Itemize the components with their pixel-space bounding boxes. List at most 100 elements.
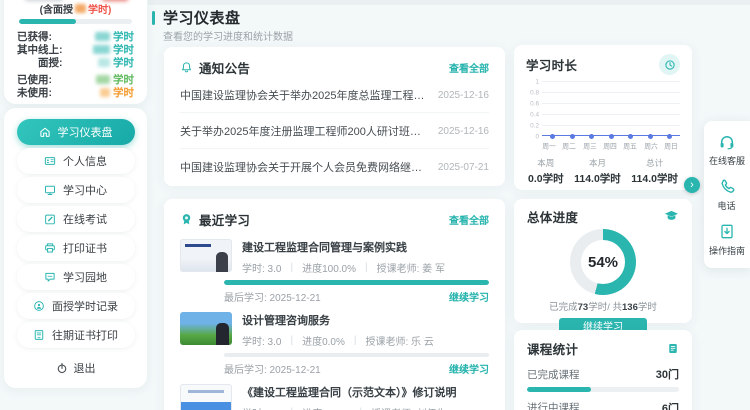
page-subtitle: 查看您的学习进度和统计数据	[163, 28, 293, 43]
floating-help-panel: 在线客服 电话 操作指南	[704, 121, 750, 268]
sidebar-item-facetoface-hours[interactable]: 面授学时记录	[17, 293, 135, 319]
continue-learning-link[interactable]: 继续学习	[449, 361, 489, 374]
course-item[interactable]: 建设工程监理合同管理与案例实践 学时: 3.0 | 进度100.0% | 授课老…	[180, 239, 489, 302]
clock-icon	[659, 54, 680, 75]
id-card-icon	[44, 155, 56, 167]
redacted-value	[96, 75, 110, 84]
monitor-icon	[44, 184, 56, 196]
course-item[interactable]: 设计管理咨询服务 学时: 3.0 | 进度0.0% | 授课老师: 乐 云 最后…	[180, 312, 489, 375]
sidebar-item-profile[interactable]: 个人信息	[17, 148, 135, 174]
course-progress-bar	[224, 280, 489, 285]
redacted-value	[102, 0, 128, 1]
sidebar-stats-card: (含面授 学时) 已获得: 学时 其中线上: 学时 面授: 学时 已使用: 学时	[4, 0, 147, 104]
page-title: 学习仪表盘	[163, 7, 241, 28]
stat-inprogress-courses: 进行中课程 6门	[527, 400, 679, 410]
collapse-panel-button[interactable]: ›	[684, 177, 700, 193]
course-hours: 学时: 3.0	[242, 260, 281, 275]
edit-icon	[44, 213, 56, 225]
notice-item[interactable]: 关于举办2025年度注册监理工程师200人研讨班（1期）的通知 2025-12-…	[180, 113, 489, 149]
overall-percent: 54%	[588, 254, 618, 271]
summary-week: 本周 0.0学时	[528, 157, 564, 186]
medal-icon	[180, 213, 193, 226]
course-last-studied: 最后学习: 2025-12-21	[224, 289, 321, 302]
summary-month: 本月 114.0学时	[574, 157, 621, 186]
stat-row-facetoface: 面授: 学时	[17, 56, 134, 69]
redacted-value	[93, 45, 110, 54]
redacted-value	[75, 4, 86, 13]
course-thumbnail	[180, 239, 232, 272]
overall-progress-panel: 总体进度 54% 已完成73学时/ 共136学时 继续学习	[514, 199, 692, 323]
headset-icon	[718, 133, 736, 150]
certificate-icon	[33, 329, 45, 341]
list-icon	[667, 342, 679, 355]
course-thumbnail	[180, 384, 232, 410]
overall-donut: 54%	[570, 229, 636, 295]
stats-note: (含面授 学时)	[17, 2, 134, 15]
person-circle-icon	[33, 300, 45, 312]
online-service-button[interactable]: 在线客服	[704, 128, 750, 173]
notices-panel: 通知公告 查看全部 中国建设监理协会关于举办2025年度总监理工程师100人研讨…	[164, 47, 505, 186]
chart-line	[542, 134, 680, 136]
overall-detail: 已完成73学时/ 共136学时	[527, 299, 679, 313]
chart-y-labels: 10.80.60.40.20	[524, 76, 539, 142]
stats-rows: 已获得: 学时 其中线上: 学时 面授: 学时 已使用: 学时 未使用: 学时	[17, 30, 134, 99]
study-summary: 本周 0.0学时 本月 114.0学时 总计 114.0学时	[526, 157, 680, 186]
study-time-panel: 学习时长 10.80.60.40.20 周一周二周三周四周五周六周日 本周 0.…	[514, 45, 692, 190]
recent-view-all-link[interactable]: 查看全部	[449, 212, 489, 227]
course-hours: 学时: 3.0	[242, 333, 281, 348]
sidebar-item-learning-center[interactable]: 学习中心	[17, 177, 135, 203]
logout-button[interactable]: 退出	[4, 360, 147, 376]
stat-row-unused: 未使用: 学时	[17, 86, 134, 99]
course-stats-panel: 课程统计 已完成课程 30门 进行中课程 6门	[514, 330, 692, 410]
graduation-cap-icon	[664, 210, 679, 223]
bell-icon	[180, 61, 193, 74]
course-progress: 进度0.0%	[302, 333, 345, 348]
redacted-value	[98, 58, 110, 67]
chart-x-labels: 周一周二周三周四周五周六周日	[540, 141, 680, 152]
page-header: 学习仪表盘	[152, 7, 241, 28]
course-item[interactable]: 《建设工程监理合同（示范文本）》修订说明 学时: 4.0 | 进度99.0% |…	[180, 384, 489, 410]
course-teacher: 授课老师: 姜 军	[377, 260, 445, 275]
home-icon	[39, 126, 51, 138]
redacted-value	[95, 32, 110, 41]
title-accent-bar	[152, 11, 155, 25]
course-last-studied: 最后学习: 2025-12-21	[224, 361, 321, 374]
course-progress-bar	[224, 353, 489, 358]
printer-icon	[44, 242, 56, 254]
redacted-value	[25, 0, 63, 1]
power-icon	[56, 362, 68, 374]
credit-progress-bar	[19, 19, 132, 24]
course-teacher: 授课老师: 刘伊生	[371, 405, 447, 410]
notices-view-all-link[interactable]: 查看全部	[449, 60, 489, 75]
chat-bubble-icon	[44, 271, 56, 283]
redacted-value	[100, 88, 110, 97]
course-teacher: 授课老师: 乐 云	[365, 333, 433, 348]
summary-total: 总计 114.0学时	[631, 157, 678, 186]
chart-plot-area	[542, 81, 680, 136]
sidebar-item-online-exam[interactable]: 在线考试	[17, 206, 135, 232]
course-progress: 进度100.0%	[302, 260, 356, 275]
guide-document-icon	[719, 223, 735, 240]
sidebar-item-dashboard[interactable]: 学习仪表盘	[17, 119, 135, 145]
top-strip	[148, 0, 750, 5]
sidebar-item-past-certificates[interactable]: 往期证书打印	[17, 322, 135, 348]
continue-learning-link[interactable]: 继续学习	[449, 289, 489, 302]
course-hours: 学时: 4.0	[242, 405, 281, 410]
stat-completed-courses: 已完成课程 30门	[527, 366, 679, 382]
course-progress: 进度99.0%	[302, 405, 350, 410]
sidebar-item-print-certificate[interactable]: 打印证书	[17, 235, 135, 261]
notice-item[interactable]: 中国建设监理协会关于举办2025年度总监理工程师100人研讨班的通知 2025-…	[180, 77, 489, 113]
stats-cutoff-row	[17, 0, 134, 2]
sidebar-menu: 学习仪表盘 个人信息 学习中心 在线考试 打印证书 学习园地 面授学时记录 往	[4, 108, 147, 388]
phone-button[interactable]: 电话	[704, 173, 750, 218]
chevron-right-icon: ›	[690, 180, 694, 191]
study-time-chart: 10.80.60.40.20	[542, 81, 680, 136]
course-thumbnail	[180, 312, 232, 345]
guide-button[interactable]: 操作指南	[704, 218, 750, 263]
recent-learning-panel: 最近学习 查看全部 建设工程监理合同管理与案例实践 学时: 3.0 | 进度10…	[164, 199, 505, 410]
sidebar-item-learning-garden[interactable]: 学习园地	[17, 264, 135, 290]
phone-icon	[719, 178, 736, 195]
dashboard-page: (含面授 学时) 已获得: 学时 其中线上: 学时 面授: 学时 已使用: 学时	[0, 0, 750, 410]
completed-courses-bar	[527, 387, 679, 392]
notice-item[interactable]: 中国建设监理协会关于开展个人会员免费网络继续教育的通知 2025-07-21	[180, 149, 489, 184]
